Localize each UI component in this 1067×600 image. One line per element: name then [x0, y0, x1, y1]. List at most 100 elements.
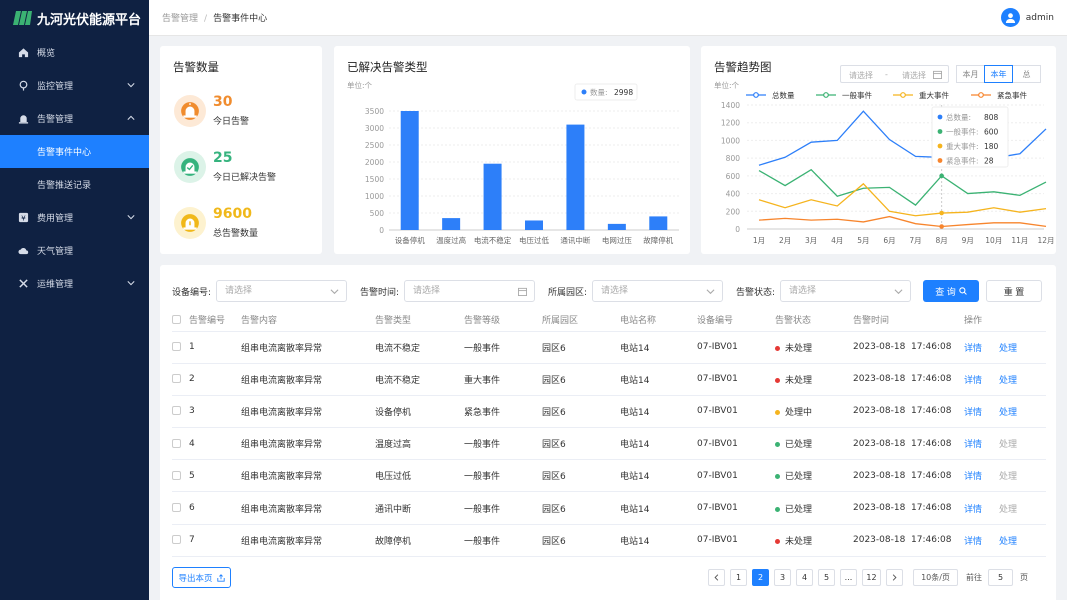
- handle-link[interactable]: 处理: [999, 537, 1017, 547]
- select-all-checkbox[interactable]: [172, 314, 181, 324]
- query-button[interactable]: 查 询: [923, 280, 979, 302]
- row-checkbox[interactable]: [172, 342, 181, 352]
- legend-item[interactable]: 重大事件: [893, 90, 949, 100]
- y-tick-label: 800: [726, 154, 741, 163]
- avatar[interactable]: [1000, 8, 1020, 27]
- next-page-button[interactable]: [886, 569, 903, 586]
- tab-period-0[interactable]: 本月: [956, 65, 985, 83]
- x-tick-label: 6月: [883, 236, 895, 245]
- chevron-up-icon: [127, 114, 135, 125]
- bar[interactable]: [525, 220, 543, 230]
- detail-link[interactable]: 详情: [964, 376, 982, 386]
- data-point[interactable]: [939, 173, 944, 179]
- prev-page-button[interactable]: [708, 569, 725, 586]
- bar[interactable]: [483, 163, 502, 230]
- page-button[interactable]: 12: [862, 569, 881, 586]
- detail-link[interactable]: 详情: [964, 537, 982, 547]
- legend-item[interactable]: 总数量: [746, 90, 795, 100]
- handle-link[interactable]: 处理: [999, 408, 1017, 418]
- detail-link[interactable]: 详情: [964, 440, 982, 450]
- alarm-light-icon: [181, 157, 199, 176]
- tab-period-2[interactable]: 总: [1012, 65, 1041, 83]
- data-point[interactable]: [939, 210, 944, 216]
- breadcrumb-item[interactable]: 告警管理: [162, 14, 198, 24]
- row-checkbox[interactable]: [172, 535, 181, 545]
- cell-station: 电站14: [620, 331, 697, 364]
- sidebar-item-2[interactable]: 告警管理: [0, 102, 149, 135]
- chevron-down-icon: [127, 81, 135, 92]
- handle-link[interactable]: 处理: [999, 440, 1017, 450]
- handle-link[interactable]: 处理: [999, 376, 1017, 386]
- legend-item[interactable]: 一般事件: [816, 90, 872, 100]
- user-menu[interactable]: admin: [1000, 8, 1054, 27]
- x-tick-label: 2月: [779, 236, 791, 245]
- row-checkbox[interactable]: [172, 406, 181, 416]
- cell-content: 组串电流离散率异常: [241, 491, 375, 525]
- data-point[interactable]: [939, 224, 944, 229]
- legend-item[interactable]: 紧急事件: [971, 90, 1027, 100]
- page-button[interactable]: 2: [752, 569, 769, 586]
- sidebar-item-5[interactable]: ¥ 费用管理: [0, 201, 149, 234]
- alarm-count-card: 告警数量 30 今日告警 25 今日已解决告警 9600 总告警数量: [160, 46, 322, 254]
- device-select-placeholder: 请选择: [225, 286, 253, 296]
- handle-link[interactable]: 处理: [999, 344, 1017, 354]
- sidebar-item-3[interactable]: 告警事件中心: [0, 135, 149, 168]
- x-tick-label: 电压过低: [519, 235, 549, 245]
- page-button[interactable]: 5: [818, 569, 835, 586]
- sidebar-item-6[interactable]: 天气管理: [0, 234, 149, 267]
- sidebar-item-label: 告警管理: [37, 115, 74, 125]
- row-checkbox[interactable]: [172, 438, 181, 448]
- bar[interactable]: [607, 223, 626, 230]
- cell-content: 组串电流离散率异常: [241, 427, 375, 461]
- row-checkbox[interactable]: [172, 470, 181, 480]
- bar[interactable]: [649, 216, 668, 230]
- detail-link[interactable]: 详情: [964, 472, 982, 482]
- park-select[interactable]: 请选择: [592, 280, 723, 302]
- detail-link[interactable]: 详情: [964, 408, 982, 418]
- status-select[interactable]: 请选择: [780, 280, 911, 302]
- tab-period-1[interactable]: 本年: [984, 65, 1013, 83]
- page-ellipsis[interactable]: ...: [840, 569, 857, 586]
- cell-station: 电站14: [620, 363, 697, 396]
- y-tick-label: 1200: [721, 119, 740, 128]
- reset-button[interactable]: 重 置: [986, 280, 1042, 302]
- x-tick-label: 温度过高: [436, 235, 466, 245]
- row-checkbox[interactable]: [172, 374, 181, 384]
- cell-park: 园区6: [542, 331, 620, 364]
- bar[interactable]: [566, 124, 585, 230]
- time-picker[interactable]: 请选择: [404, 280, 535, 302]
- sidebar-item-label: 告警事件中心: [37, 148, 92, 158]
- handle-link[interactable]: 处理: [999, 505, 1017, 515]
- bar[interactable]: [400, 111, 419, 230]
- chevron-down-icon: [706, 289, 715, 295]
- sidebar-item-1[interactable]: 监控管理: [0, 69, 149, 102]
- page-size-select[interactable]: 10条/页: [913, 569, 958, 586]
- detail-link[interactable]: 详情: [964, 344, 982, 354]
- cell-station: 电站14: [620, 491, 697, 525]
- handle-link[interactable]: 处理: [999, 472, 1017, 482]
- status-dot: [775, 474, 780, 480]
- cloud-icon: [18, 245, 29, 256]
- cell-id: 1: [189, 331, 241, 364]
- sidebar-item-4[interactable]: 告警推送记录: [0, 168, 149, 201]
- bar-tooltip: 数量: 2998: [574, 83, 638, 101]
- sidebar-item-0[interactable]: 概览: [0, 36, 149, 69]
- page-button[interactable]: 1: [730, 569, 747, 586]
- row-checkbox[interactable]: [172, 503, 181, 513]
- x-tick-label: 11月: [1011, 236, 1028, 245]
- pagination: 1 2 3 4 5... 12 10条/页 前往 5 页: [708, 569, 1028, 586]
- y-tick-label: 1500: [365, 175, 384, 184]
- sidebar-item-7[interactable]: 运维管理: [0, 267, 149, 300]
- top-header: 告警管理 / 告警事件中心 admin: [149, 0, 1067, 36]
- page-button[interactable]: 3: [774, 569, 791, 586]
- bar[interactable]: [442, 218, 461, 230]
- sidebar-item-label: 运维管理: [37, 280, 74, 290]
- page-button[interactable]: 4: [796, 569, 813, 586]
- app-logo[interactable]: 九河光伏能源平台: [0, 0, 149, 36]
- detail-link[interactable]: 详情: [964, 505, 982, 515]
- export-page-button[interactable]: 导出本页: [172, 567, 231, 588]
- table-row: 2 组串电流离散率异常 电流不稳定 重大事件 园区6 电站14 07-IBV01 未处理 202…: [172, 363, 1046, 396]
- device-select[interactable]: 请选择: [216, 280, 347, 302]
- reset-button-label: 重 置: [1003, 286, 1025, 297]
- goto-page-input[interactable]: 5: [988, 569, 1013, 586]
